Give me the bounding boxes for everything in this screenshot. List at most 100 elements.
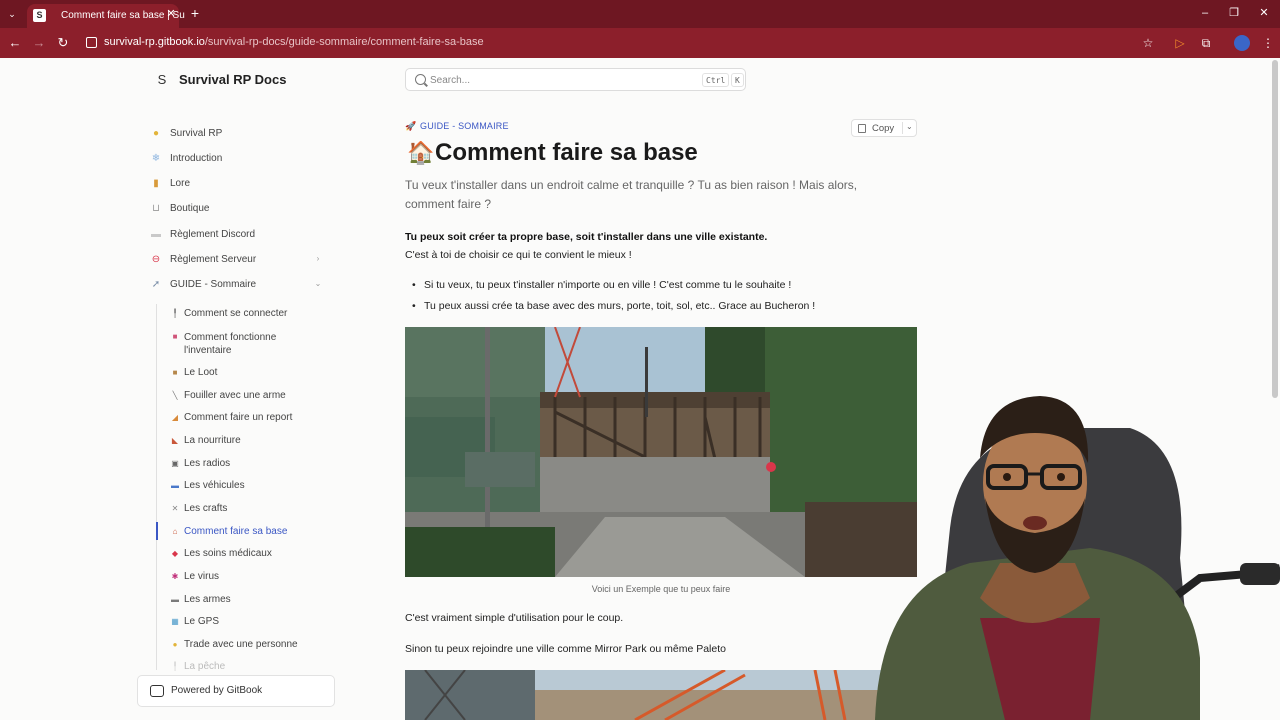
sidebar-subitem-label: La pêche bbox=[184, 661, 226, 672]
bookmark-star-icon[interactable]: ☆ bbox=[1140, 35, 1156, 51]
sidebar-item-label: GUIDE - Sommaire bbox=[170, 279, 257, 290]
streamer-webcam-overlay bbox=[860, 378, 1280, 720]
box-icon: ■ bbox=[172, 368, 178, 377]
browser-tab[interactable]: S Comment faire sa base | Su ✕ bbox=[27, 4, 185, 28]
rocket-icon: 🚀 bbox=[405, 121, 417, 131]
site-info-icon[interactable] bbox=[86, 37, 97, 48]
sidebar-subitem-label: Le virus bbox=[184, 571, 220, 582]
sidebar-item-guide-sommaire[interactable]: ➚ GUIDE - Sommaire ⌄ bbox=[146, 275, 331, 295]
rocket-icon: ➚ bbox=[151, 279, 161, 290]
radio-icon: ▣ bbox=[171, 459, 179, 468]
sidebar-subitem-label: Trade avec une personne bbox=[184, 639, 298, 650]
chevron-down-icon[interactable]: ⌄ bbox=[906, 122, 913, 131]
powered-by-text: Powered by GitBook bbox=[171, 685, 263, 696]
discord-icon: ▬ bbox=[151, 229, 161, 240]
tab-favicon: S bbox=[33, 9, 46, 22]
handshake-icon: ● bbox=[172, 640, 178, 649]
sidebar-item-label: Lore bbox=[170, 178, 191, 189]
copy-icon bbox=[858, 124, 866, 133]
book-icon: ▮ bbox=[153, 178, 159, 189]
new-tab-icon[interactable]: + bbox=[187, 5, 203, 21]
sidebar-subitem-label: Comment se connecter bbox=[184, 308, 288, 319]
sidebar-item-label: Règlement Discord bbox=[170, 229, 256, 240]
extension-play-icon[interactable]: ▷ bbox=[1172, 35, 1188, 51]
intro-bold-line: Tu peux soit créer ta propre base, soit … bbox=[405, 231, 768, 243]
knife-icon: ╲ bbox=[172, 391, 178, 400]
extensions-icon[interactable]: ⧉ bbox=[1198, 35, 1214, 51]
reload-icon[interactable]: ↻ bbox=[55, 35, 71, 51]
forward-icon[interactable]: → bbox=[31, 35, 47, 51]
fishing-icon: ╿ bbox=[172, 662, 178, 671]
food-icon: ◣ bbox=[171, 436, 179, 445]
address-bar[interactable]: survival-rp.gitbook.io/survival-rp-docs/… bbox=[80, 31, 1168, 54]
sidebar-item-introduction[interactable]: ❄ Introduction bbox=[146, 149, 331, 169]
restore-icon[interactable]: ❐ bbox=[1227, 6, 1241, 20]
pin-icon: ╿ bbox=[172, 309, 178, 318]
sidebar-item-survival-rp[interactable]: ● Survival RP bbox=[146, 124, 331, 144]
sidebar-item-label: Règlement Serveur bbox=[170, 254, 257, 265]
virus-icon: ✱ bbox=[171, 572, 179, 581]
sidebar-subitem-label: Le Loot bbox=[184, 367, 218, 378]
streamer-avatar bbox=[875, 396, 1280, 720]
car-icon: ▬ bbox=[171, 481, 179, 490]
minimize-icon[interactable]: – bbox=[1198, 6, 1212, 20]
page-title-text: Comment faire sa base bbox=[435, 139, 698, 166]
search-input[interactable] bbox=[430, 72, 680, 88]
second-image[interactable] bbox=[405, 670, 917, 720]
powered-by-gitbook[interactable]: Powered by GitBook bbox=[137, 675, 335, 707]
subnav-active-marker bbox=[156, 522, 158, 540]
browser-menu-icon[interactable]: ⋮ bbox=[1260, 35, 1276, 51]
house-icon: 🏠 bbox=[407, 140, 435, 165]
shortcut-k: K bbox=[731, 73, 744, 87]
pill-icon: ◆ bbox=[171, 549, 179, 558]
snowflake-icon: ❄ bbox=[151, 153, 161, 164]
list-item: Si tu veux, tu peux t'installer n'import… bbox=[412, 279, 791, 291]
page-description: Tu veux t'installer dans un endroit calm… bbox=[405, 178, 858, 211]
list-item-text: Si tu veux, tu peux t'installer n'import… bbox=[424, 279, 792, 291]
list-item-text: Tu peux aussi crée ta base avec des murs… bbox=[424, 300, 816, 312]
base-example-illustration bbox=[405, 327, 917, 577]
image-caption: Voici un Exemple que tu peux faire bbox=[591, 584, 731, 594]
copy-page-button[interactable]: Copy ⌄ bbox=[851, 119, 917, 137]
sidebar-item-boutique[interactable]: ⊔ Boutique bbox=[146, 199, 331, 219]
sidebar-subitem-label: Comment faire sa base bbox=[184, 526, 288, 537]
tab-list-icon[interactable]: ⌄ bbox=[5, 7, 19, 21]
subnav-line bbox=[156, 304, 157, 670]
breadcrumb[interactable]: 🚀 GUIDE - SOMMAIRE bbox=[405, 121, 509, 132]
gitbook-icon bbox=[150, 685, 164, 697]
url-host: survival-rp.gitbook.io bbox=[104, 36, 205, 48]
sidebar-item-lore[interactable]: ▮ Lore bbox=[146, 174, 331, 194]
window-close-icon[interactable]: ✕ bbox=[1257, 6, 1271, 20]
url-text[interactable]: survival-rp.gitbook.io/survival-rp-docs/… bbox=[104, 36, 484, 48]
search-icon bbox=[415, 74, 426, 85]
sidebar-subitem-label: Comment fonctionne l'inventaire bbox=[184, 332, 277, 356]
page-scrollbar[interactable] bbox=[1272, 60, 1278, 398]
sidebar-subitem-label: Le GPS bbox=[184, 616, 220, 627]
paragraph-ville: Sinon tu peux rejoindre une ville comme … bbox=[405, 643, 726, 655]
page-title: 🏠Comment faire sa base bbox=[407, 139, 698, 167]
sidebar-item-reglement-serveur[interactable]: ⊖ Règlement Serveur › bbox=[146, 250, 331, 270]
search-box[interactable]: Ctrl K bbox=[405, 68, 746, 91]
sidebar-item-reglement-discord[interactable]: ▬ Règlement Discord bbox=[146, 225, 331, 245]
shortcut-ctrl: Ctrl bbox=[702, 73, 730, 87]
tab-close-icon[interactable]: ✕ bbox=[165, 8, 177, 20]
sidebar-item-label: Survival RP bbox=[170, 128, 223, 139]
site-title[interactable]: Survival RP Docs bbox=[179, 72, 286, 87]
backpack-icon: ■ bbox=[172, 332, 178, 341]
site-logo[interactable]: S bbox=[155, 72, 169, 88]
tools-icon: ✕ bbox=[171, 504, 179, 513]
profile-avatar[interactable] bbox=[1234, 35, 1250, 51]
house-icon: ⌂ bbox=[172, 527, 178, 536]
sidebar-subitem-label: Les armes bbox=[184, 594, 231, 605]
back-icon[interactable]: ← bbox=[7, 35, 23, 51]
sidebar-subitem-label: Comment faire un report bbox=[184, 412, 293, 423]
chevron-right-icon[interactable]: › bbox=[313, 254, 323, 264]
base-example-image[interactable] bbox=[405, 327, 917, 577]
breadcrumb-text: GUIDE - SOMMAIRE bbox=[420, 121, 509, 131]
paragraph-simple: C'est vraiment simple d'utilisation pour… bbox=[405, 612, 624, 624]
browser-toolbar: ← → ↻ survival-rp.gitbook.io/survival-rp… bbox=[0, 28, 1280, 58]
intro-line-2: C'est à toi de choisir ce qui te convien… bbox=[405, 249, 632, 261]
chevron-down-icon[interactable]: ⌄ bbox=[313, 279, 323, 289]
sidebar-item-label: Introduction bbox=[170, 153, 223, 164]
list-item: Tu peux aussi crée ta base avec des murs… bbox=[412, 300, 815, 312]
